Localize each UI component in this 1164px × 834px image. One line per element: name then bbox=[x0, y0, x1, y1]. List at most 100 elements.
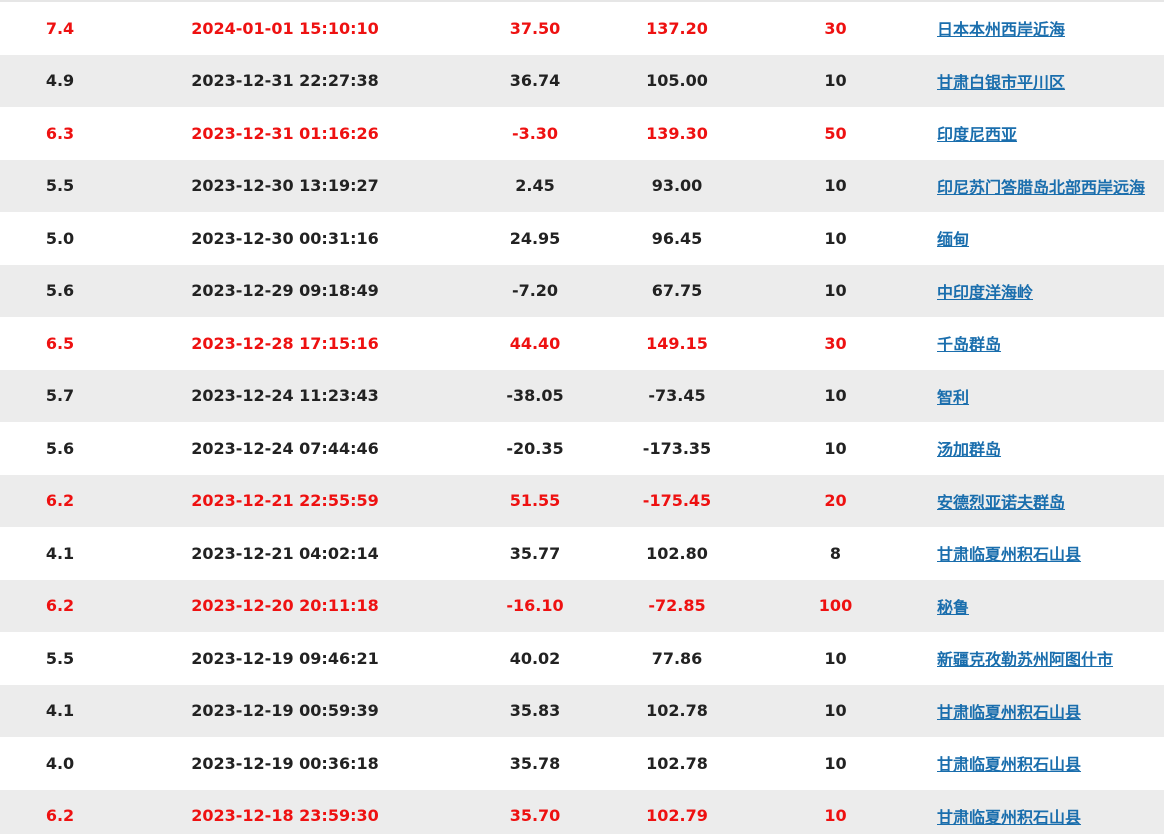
location-link[interactable]: 甘肃白银市平川区 bbox=[937, 73, 1065, 92]
location-link[interactable]: 缅甸 bbox=[937, 230, 969, 249]
table-row: 6.3 2023-12-31 01:16:26 -3.30 139.30 50 印度尼西亚 bbox=[0, 107, 1164, 160]
earthquake-table: 7.4 2024-01-01 15:10:10 37.50 137.20 30 日本本州西… bbox=[0, 2, 1164, 834]
longitude-cell: 139.30 bbox=[646, 123, 708, 143]
magnitude-cell: 7.4 bbox=[45, 18, 75, 38]
table-row: 5.6 2023-12-29 09:18:49 -7.20 67.75 10 中印度洋海岭 bbox=[0, 264, 1164, 317]
location-link[interactable]: 甘肃临夏州积石山县 bbox=[937, 808, 1081, 827]
depth-cell: 10 bbox=[824, 71, 847, 91]
magnitude-cell: 4.1 bbox=[45, 701, 75, 721]
earthquake-table-container: 7.4 2024-01-01 15:10:10 37.50 137.20 30 日本本州西… bbox=[0, 2, 1164, 834]
longitude-cell: -173.35 bbox=[642, 438, 712, 458]
location-cell: 印尼苏门答腊岛北部西岸远海 bbox=[937, 160, 1164, 213]
depth-cell: 10 bbox=[824, 753, 847, 773]
location-link[interactable]: 甘肃临夏州积石山县 bbox=[937, 703, 1081, 722]
depth-cell: 10 bbox=[824, 176, 847, 196]
time-cell: 2023-12-19 00:36:18 bbox=[191, 753, 379, 773]
time-cell: 2023-12-31 01:16:26 bbox=[191, 123, 379, 143]
magnitude-cell: 4.9 bbox=[45, 71, 75, 91]
time-cell: 2023-12-24 11:23:43 bbox=[191, 386, 379, 406]
table-row: 6.2 2023-12-18 23:59:30 35.70 102.79 10 甘肃临夏州… bbox=[0, 789, 1164, 834]
table-row: 4.1 2023-12-21 04:02:14 35.77 102.80 8 甘肃临夏州积… bbox=[0, 527, 1164, 580]
location-link[interactable]: 印尼苏门答腊岛北部西岸远海 bbox=[937, 178, 1145, 197]
table-row: 5.5 2023-12-19 09:46:21 40.02 77.86 10 新疆克孜勒苏… bbox=[0, 632, 1164, 685]
longitude-cell: -73.45 bbox=[648, 386, 706, 406]
depth-cell: 20 bbox=[824, 491, 847, 511]
depth-cell: 10 bbox=[824, 806, 847, 826]
time-cell: 2023-12-20 20:11:18 bbox=[191, 596, 379, 616]
depth-cell: 10 bbox=[824, 701, 847, 721]
latitude-cell: 35.83 bbox=[509, 701, 561, 721]
longitude-cell: 102.80 bbox=[646, 543, 708, 563]
location-cell: 新疆克孜勒苏州阿图什市 bbox=[937, 632, 1164, 685]
time-cell: 2023-12-30 00:31:16 bbox=[191, 228, 379, 248]
time-cell: 2023-12-19 09:46:21 bbox=[191, 648, 379, 668]
latitude-cell: 24.95 bbox=[509, 228, 561, 248]
location-cell: 印度尼西亚 bbox=[937, 107, 1164, 160]
location-cell: 甘肃临夏州积石山县 bbox=[937, 527, 1164, 580]
time-cell: 2023-12-28 17:15:16 bbox=[191, 333, 379, 353]
depth-cell: 10 bbox=[824, 438, 847, 458]
location-cell: 秘鲁 bbox=[937, 580, 1164, 633]
location-link[interactable]: 甘肃临夏州积石山县 bbox=[937, 755, 1081, 774]
time-cell: 2023-12-18 23:59:30 bbox=[191, 806, 379, 826]
time-cell: 2023-12-30 13:19:27 bbox=[191, 176, 379, 196]
magnitude-cell: 5.0 bbox=[45, 228, 75, 248]
location-link[interactable]: 汤加群岛 bbox=[937, 440, 1001, 459]
table-row: 4.1 2023-12-19 00:59:39 35.83 102.78 10 甘肃临夏州… bbox=[0, 684, 1164, 738]
table-row: 5.0 2023-12-30 00:31:16 24.95 96.45 10 缅甸 bbox=[0, 212, 1164, 265]
magnitude-cell: 4.0 bbox=[45, 753, 75, 773]
longitude-cell: 96.45 bbox=[651, 228, 703, 248]
latitude-cell: 36.74 bbox=[509, 71, 561, 91]
table-row: 7.4 2024-01-01 15:10:10 37.50 137.20 30 日本本州西… bbox=[0, 2, 1164, 55]
magnitude-cell: 6.2 bbox=[45, 806, 75, 826]
magnitude-cell: 4.1 bbox=[45, 543, 75, 563]
latitude-cell: 40.02 bbox=[509, 648, 561, 668]
longitude-cell: 93.00 bbox=[651, 176, 703, 196]
latitude-cell: 44.40 bbox=[509, 333, 561, 353]
magnitude-cell: 5.6 bbox=[45, 438, 75, 458]
location-link[interactable]: 印度尼西亚 bbox=[937, 125, 1017, 144]
magnitude-cell: 6.5 bbox=[45, 333, 75, 353]
latitude-cell: -20.35 bbox=[506, 438, 564, 458]
location-cell: 智利 bbox=[937, 370, 1164, 423]
latitude-cell: 35.78 bbox=[509, 753, 561, 773]
latitude-cell: 2.45 bbox=[515, 176, 555, 196]
location-link[interactable]: 千岛群岛 bbox=[937, 335, 1001, 354]
depth-cell: 30 bbox=[824, 333, 847, 353]
longitude-cell: 67.75 bbox=[651, 281, 703, 301]
longitude-cell: 137.20 bbox=[646, 18, 708, 38]
magnitude-cell: 5.7 bbox=[45, 386, 75, 406]
location-cell: 千岛群岛 bbox=[937, 317, 1164, 370]
location-link[interactable]: 智利 bbox=[937, 388, 969, 407]
time-cell: 2023-12-21 04:02:14 bbox=[191, 543, 379, 563]
location-link[interactable]: 日本本州西岸近海 bbox=[937, 20, 1065, 39]
magnitude-cell: 5.5 bbox=[45, 176, 75, 196]
magnitude-cell: 6.2 bbox=[45, 596, 75, 616]
table-row: 5.5 2023-12-30 13:19:27 2.45 93.00 10 印尼苏门答腊岛… bbox=[0, 159, 1164, 213]
latitude-cell: 35.77 bbox=[509, 543, 561, 563]
location-link[interactable]: 安德烈亚诺夫群岛 bbox=[937, 493, 1065, 512]
location-link[interactable]: 秘鲁 bbox=[937, 598, 969, 617]
table-row: 5.7 2023-12-24 11:23:43 -38.05 -73.45 10 智利 bbox=[0, 369, 1164, 423]
depth-cell: 10 bbox=[824, 386, 847, 406]
table-row: 4.9 2023-12-31 22:27:38 36.74 105.00 10 甘肃白银市… bbox=[0, 54, 1164, 107]
location-link[interactable]: 新疆克孜勒苏州阿图什市 bbox=[937, 650, 1113, 669]
location-link[interactable]: 中印度洋海岭 bbox=[937, 283, 1033, 302]
location-cell: 甘肃临夏州积石山县 bbox=[937, 790, 1164, 834]
location-cell: 甘肃临夏州积石山县 bbox=[937, 685, 1164, 738]
depth-cell: 50 bbox=[824, 123, 847, 143]
latitude-cell: 51.55 bbox=[509, 491, 561, 511]
depth-cell: 10 bbox=[824, 281, 847, 301]
magnitude-cell: 6.3 bbox=[45, 123, 75, 143]
location-link[interactable]: 甘肃临夏州积石山县 bbox=[937, 545, 1081, 564]
location-cell: 汤加群岛 bbox=[937, 422, 1164, 475]
longitude-cell: 77.86 bbox=[651, 648, 703, 668]
table-row: 4.0 2023-12-19 00:36:18 35.78 102.78 10 甘肃临夏州… bbox=[0, 737, 1164, 790]
magnitude-cell: 6.2 bbox=[45, 491, 75, 511]
time-cell: 2023-12-31 22:27:38 bbox=[191, 71, 379, 91]
latitude-cell: -38.05 bbox=[506, 386, 564, 406]
longitude-cell: 105.00 bbox=[646, 71, 708, 91]
latitude-cell: 35.70 bbox=[509, 806, 561, 826]
longitude-cell: 102.79 bbox=[646, 806, 708, 826]
magnitude-cell: 5.5 bbox=[45, 648, 75, 668]
